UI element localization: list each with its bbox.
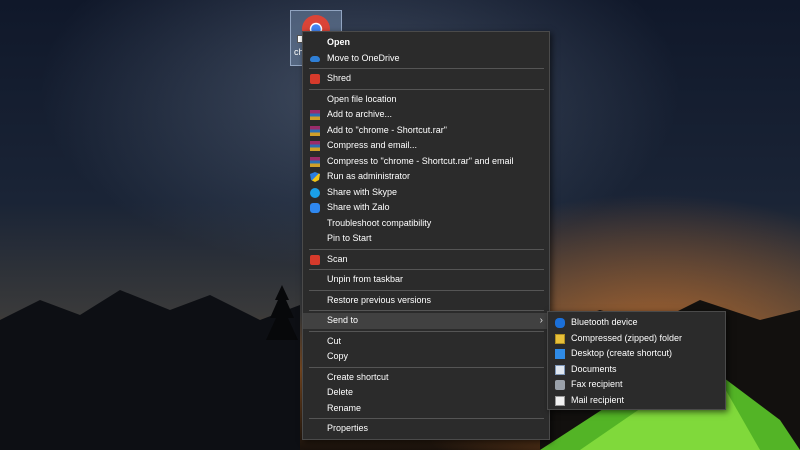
menu-separator	[309, 68, 544, 69]
uac-shield-icon	[310, 172, 320, 182]
menu-item-label: Compressed (zipped) folder	[571, 332, 683, 343]
send-to-documents[interactable]: Documents	[548, 362, 725, 378]
menu-item-run-as-admin[interactable]: Run as administrator	[303, 169, 549, 185]
skype-icon	[310, 187, 320, 198]
menu-item-open[interactable]: Open	[303, 35, 549, 51]
menu-item-create-shortcut[interactable]: Create shortcut	[303, 370, 549, 386]
onedrive-icon	[310, 55, 320, 62]
winrar-icon	[310, 141, 320, 151]
menu-item-label: Shred	[327, 73, 352, 83]
menu-item-label: Open file location	[327, 93, 397, 104]
zalo-icon	[310, 203, 320, 213]
menu-item-cut[interactable]: Cut	[303, 334, 549, 350]
menu-item-open-file-location[interactable]: Open file location	[303, 92, 549, 108]
menu-item-label: Mail recipient	[571, 394, 625, 405]
menu-item-pin-to-start[interactable]: Pin to Start	[303, 231, 549, 247]
menu-item-shred[interactable]: Shred	[303, 71, 549, 87]
menu-item-restore-versions[interactable]: Restore previous versions	[303, 293, 549, 309]
desktop-icon	[555, 349, 565, 359]
chevron-right-icon: ›	[539, 315, 543, 326]
menu-item-rename[interactable]: Rename	[303, 401, 549, 417]
menu-separator	[309, 88, 544, 90]
menu-item-label: Bluetooth device	[571, 317, 638, 327]
send-to-submenu: Bluetooth device Compressed (zipped) fol…	[547, 311, 726, 410]
menu-item-move-to-onedrive[interactable]: Move to OneDrive	[303, 51, 549, 67]
menu-separator	[309, 330, 544, 332]
menu-item-label: Delete	[327, 387, 354, 397]
documents-icon	[555, 364, 565, 375]
menu-item-label: Pin to Start	[327, 233, 372, 243]
menu-item-label: Restore previous versions	[327, 294, 432, 305]
menu-item-send-to[interactable]: Send to ›	[303, 313, 549, 329]
winrar-icon	[310, 156, 320, 167]
send-to-desktop[interactable]: Desktop (create shortcut)	[548, 346, 725, 362]
menu-item-compress-rar-email[interactable]: Compress to "chrome - Shortcut.rar" and …	[303, 154, 549, 170]
bluetooth-icon	[555, 318, 565, 328]
menu-item-label: Rename	[327, 402, 362, 413]
menu-item-troubleshoot[interactable]: Troubleshoot compatibility	[303, 216, 549, 232]
menu-item-share-zalo[interactable]: Share with Zalo	[303, 200, 549, 216]
menu-item-compress-and-email[interactable]: Compress and email...	[303, 138, 549, 154]
send-to-mail[interactable]: Mail recipient	[548, 393, 725, 409]
menu-item-label: Troubleshoot compatibility	[327, 217, 432, 228]
zip-folder-icon	[555, 333, 565, 344]
menu-item-label: Add to archive...	[327, 109, 393, 119]
winrar-icon	[310, 125, 320, 136]
menu-item-unpin-taskbar[interactable]: Unpin from taskbar	[303, 272, 549, 288]
menu-item-share-skype[interactable]: Share with Skype	[303, 185, 549, 201]
menu-item-copy[interactable]: Copy	[303, 349, 549, 365]
menu-separator	[309, 418, 544, 419]
menu-item-label: Run as administrator	[327, 171, 411, 181]
menu-separator	[309, 310, 544, 311]
send-to-bluetooth[interactable]: Bluetooth device	[548, 315, 725, 331]
send-to-fax[interactable]: Fax recipient	[548, 377, 725, 393]
menu-item-label: Share with Zalo	[327, 202, 390, 212]
menu-item-label: Share with Skype	[327, 186, 398, 197]
send-to-compressed[interactable]: Compressed (zipped) folder	[548, 331, 725, 347]
menu-item-label: Create shortcut	[327, 371, 389, 382]
scan-icon	[310, 254, 320, 265]
menu-item-delete[interactable]: Delete	[303, 385, 549, 401]
mail-icon	[555, 395, 565, 406]
menu-item-label: Unpin from taskbar	[327, 274, 404, 284]
shred-icon	[310, 74, 320, 84]
menu-item-label: Properties	[327, 423, 369, 433]
menu-item-label: Send to	[327, 315, 359, 325]
menu-item-label: Compress and email...	[327, 140, 418, 150]
menu-item-label: Open	[327, 37, 351, 47]
menu-item-label: Add to "chrome - Shortcut.rar"	[327, 124, 447, 135]
menu-item-label: Scan	[327, 253, 348, 264]
menu-item-label: Desktop (create shortcut)	[571, 348, 673, 358]
menu-separator	[309, 269, 544, 270]
menu-item-add-to-rar[interactable]: Add to "chrome - Shortcut.rar"	[303, 123, 549, 139]
menu-item-label: Copy	[327, 351, 349, 361]
context-menu: Open Move to OneDrive Shred Open file lo…	[302, 31, 550, 440]
menu-separator	[309, 248, 544, 250]
menu-item-add-to-archive[interactable]: Add to archive...	[303, 107, 549, 123]
menu-item-label: Move to OneDrive	[327, 52, 400, 63]
menu-separator	[309, 366, 544, 368]
menu-item-scan[interactable]: Scan	[303, 252, 549, 268]
menu-item-label: Fax recipient	[571, 379, 623, 389]
fax-icon	[555, 380, 565, 390]
menu-item-properties[interactable]: Properties	[303, 421, 549, 437]
menu-item-label: Compress to "chrome - Shortcut.rar" and …	[327, 155, 514, 166]
menu-item-label: Cut	[327, 335, 342, 346]
menu-separator	[309, 289, 544, 291]
menu-item-label: Documents	[571, 363, 617, 374]
winrar-icon	[310, 110, 320, 120]
